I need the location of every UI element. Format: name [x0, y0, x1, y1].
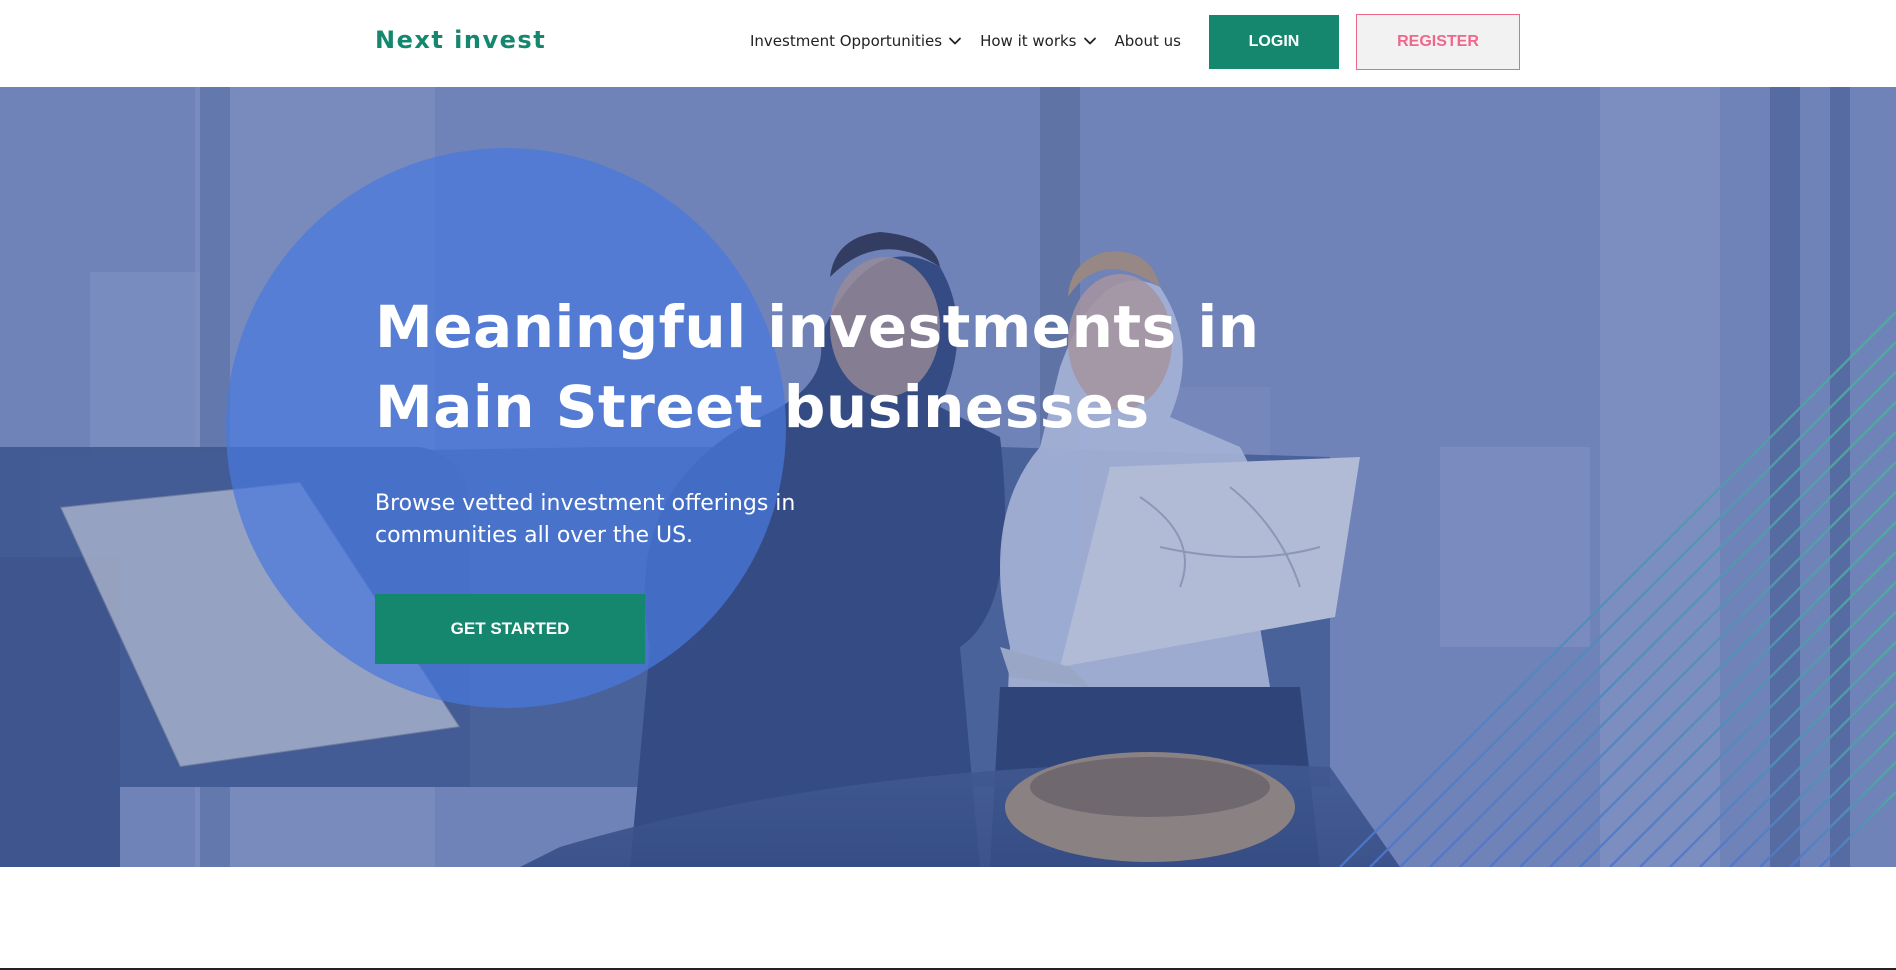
hero-subtitle: Browse vetted investment offerings in co…	[375, 488, 815, 552]
main-nav: Investment Opportunities How it works Ab…	[750, 29, 1198, 53]
hero-title-line1: Meaningful investments in	[375, 293, 1260, 361]
hero-title-line2: Main Street businesses	[375, 373, 1150, 441]
nav-how-it-works-label: How it works	[980, 32, 1077, 50]
get-started-button[interactable]: GET STARTED	[375, 594, 645, 664]
chevron-down-icon	[949, 37, 961, 45]
nav-how-it-works[interactable]: How it works	[980, 32, 1097, 50]
hero-title: Meaningful investments in Main Street bu…	[375, 287, 1275, 447]
nav-investment-opportunities-label: Investment Opportunities	[750, 32, 943, 50]
logo[interactable]: Next invest	[375, 24, 546, 56]
nav-investment-opportunities[interactable]: Investment Opportunities	[750, 32, 963, 50]
chevron-down-icon	[1083, 37, 1096, 45]
hero-subtitle-line2: communities all over the US.	[375, 523, 694, 548]
nav-about-us-label: About us	[1114, 32, 1181, 50]
register-button[interactable]: REGISTER	[1356, 14, 1520, 70]
hero-subtitle-line1: Browse vetted investment offerings in	[375, 491, 796, 516]
nav-about-us[interactable]: About us	[1115, 32, 1181, 50]
site-header: Next invest Investment Opportunities How…	[0, 0, 1896, 87]
hero-section: Meaningful investments in Main Street bu…	[0, 87, 1896, 867]
login-button[interactable]: LOGIN	[1209, 15, 1339, 69]
